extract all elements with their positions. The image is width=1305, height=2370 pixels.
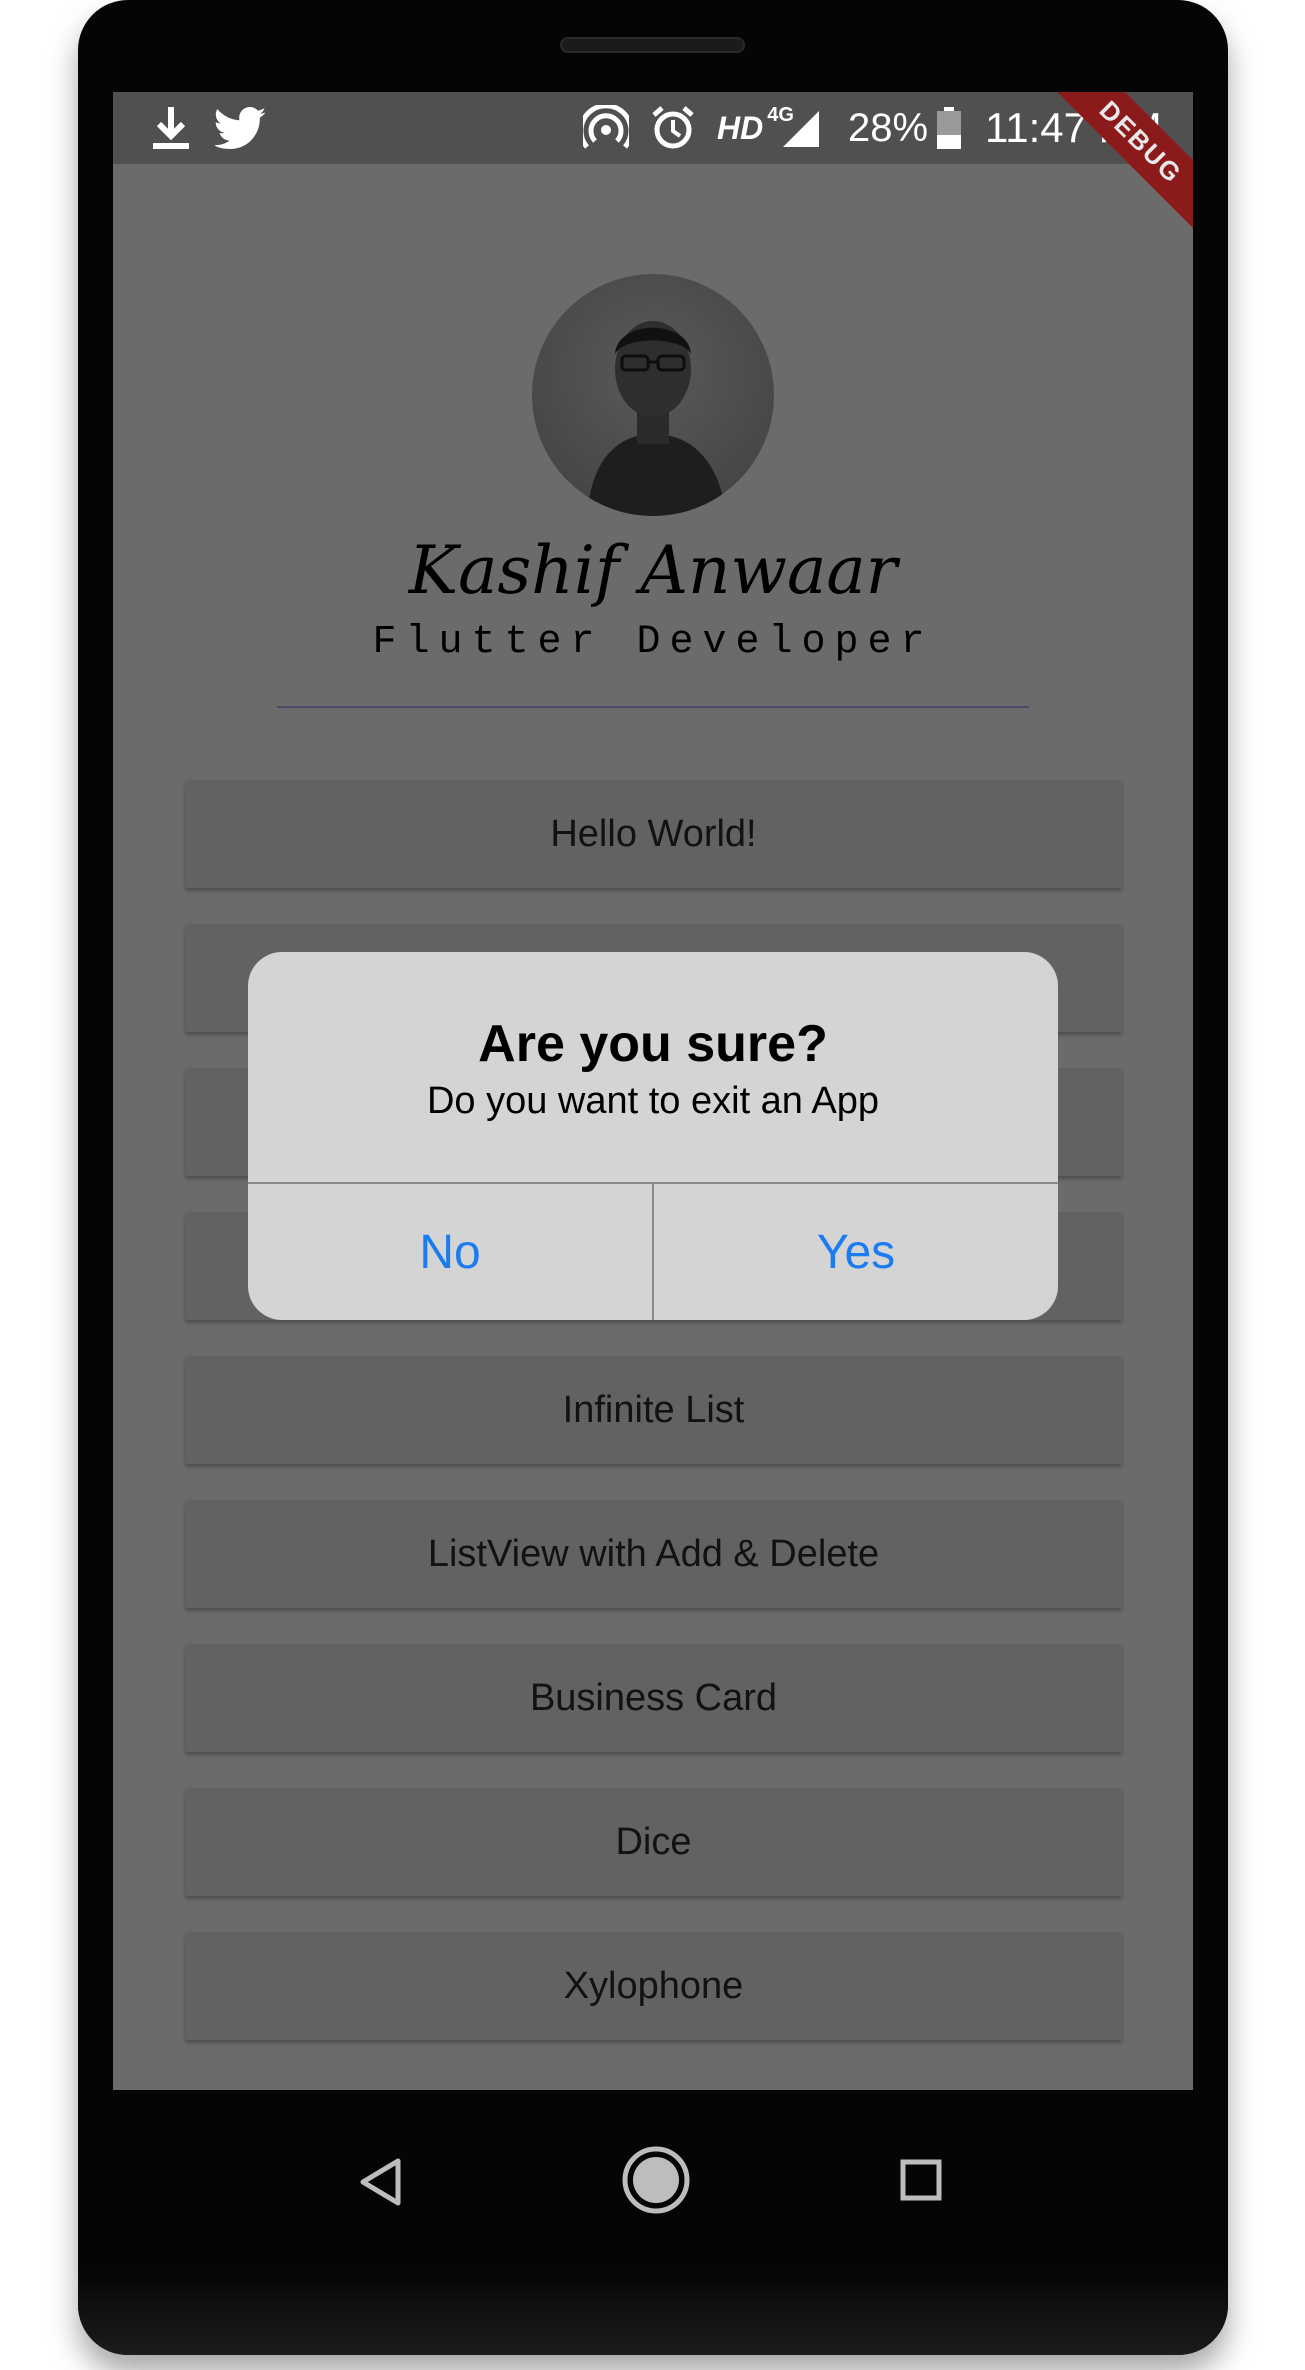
profile-role: Flutter Developer [372,620,934,665]
menu-button-listview-add-delete[interactable]: ListView with Add & Delete [185,1500,1122,1608]
profile-name: Kashif Anwaar [408,532,898,609]
menu-button-infinite-list[interactable]: Infinite List [185,1356,1122,1464]
hotspot-icon [583,92,629,164]
recents-icon[interactable] [895,2154,947,2206]
yes-button[interactable]: Yes [654,1184,1058,1320]
battery-icon [936,92,962,164]
phone-speaker [560,37,745,53]
network-label: HD [717,109,764,146]
battery-text: 28% [848,105,929,150]
avatar [532,274,774,516]
profile-photo [587,321,727,516]
download-icon [151,92,191,164]
no-button[interactable]: No [248,1184,652,1320]
phone-bottom [78,2270,1228,2355]
menu-button-dice[interactable]: Dice [185,1788,1122,1896]
status-bar: HD 4G 28% 11:47 PM [113,92,1193,164]
menu-button-business-card[interactable]: Business Card [185,1644,1122,1752]
menu-button-hello-world[interactable]: Hello World! [185,780,1122,888]
dialog-title: Are you sure? [478,1015,828,1073]
menu-button-xylophone[interactable]: Xylophone [185,1932,1122,2040]
dialog-message: Do you want to exit an App [426,1080,880,1122]
twitter-icon [215,92,265,164]
signal-icon [781,92,821,164]
alarm-icon [650,92,696,164]
battery-percent: 28% [848,92,928,164]
app-screen: HD 4G 28% 11:47 PM DEBUG Kashif Anwaar F… [113,92,1193,2090]
home-icon[interactable] [618,2142,694,2218]
profile-divider [277,706,1029,708]
exit-dialog: Are you sure? Do you want to exit an App… [248,952,1058,1320]
navigation-bar [78,2090,1228,2270]
back-icon[interactable] [350,2150,410,2214]
